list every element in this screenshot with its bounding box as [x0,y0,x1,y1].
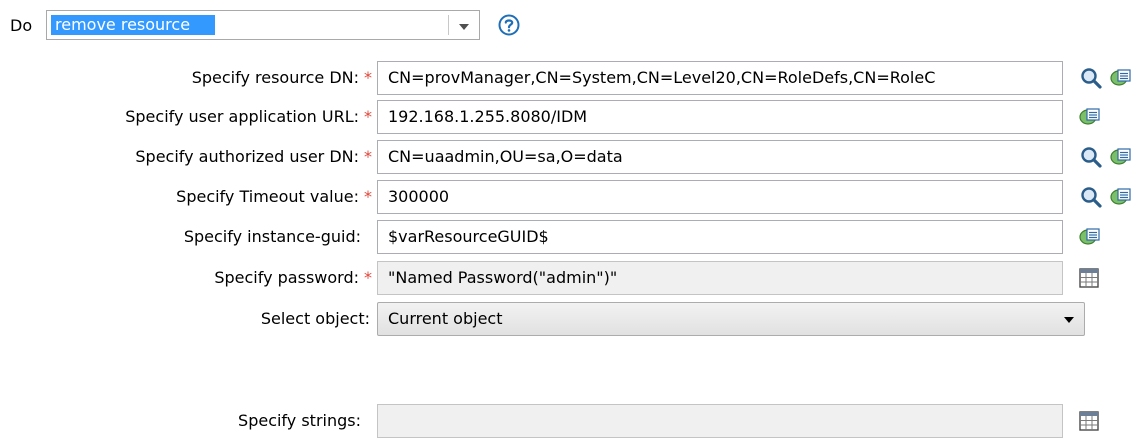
argument-builder-icon[interactable] [1078,225,1102,249]
action-select[interactable]: remove resource [46,10,480,40]
chevron-down-icon[interactable] [459,24,469,30]
required-marker: * [364,68,372,87]
strings-field[interactable] [377,404,1063,438]
list-editor-icon[interactable] [1077,409,1101,433]
user-app-url-label: Specify user application URL: * [125,107,372,126]
required-marker: * [364,107,372,126]
help-icon[interactable] [497,13,521,37]
required-marker: * [364,268,372,287]
required-marker: * [364,147,372,166]
timeout-value-field[interactable]: 300000 [377,180,1063,214]
authorized-user-dn-field[interactable]: CN=uaadmin,OU=sa,O=data [377,140,1063,174]
chevron-down-icon[interactable] [1064,317,1074,323]
select-object-label: Select object: [260,309,370,328]
do-label: Do [10,16,33,35]
password-label: Specify password: * [214,268,372,287]
argument-builder-icon[interactable] [1109,145,1133,169]
timeout-value-label: Specify Timeout value: * [176,187,372,206]
select-object-dropdown[interactable]: Current object [377,302,1085,336]
magnifier-icon[interactable] [1079,185,1103,209]
required-marker: * [364,187,372,206]
instance-guid-label: Specify instance-guid: [183,227,361,246]
user-app-url-field[interactable]: 192.168.1.255.8080/IDM [377,100,1063,134]
magnifier-icon[interactable] [1079,66,1103,90]
list-editor-icon[interactable] [1077,266,1101,290]
magnifier-icon[interactable] [1079,145,1103,169]
resource-dn-field[interactable]: CN=provManager,CN=System,CN=Level20,CN=R… [377,61,1063,95]
argument-builder-icon[interactable] [1109,185,1133,209]
password-field[interactable]: "Named Password("admin")" [377,261,1063,295]
action-select-divider [448,15,449,35]
select-object-value: Current object [388,309,503,328]
action-select-value: remove resource [51,15,215,35]
strings-label: Specify strings: [238,411,361,430]
instance-guid-field[interactable]: $varResourceGUID$ [377,220,1063,254]
argument-builder-icon[interactable] [1109,66,1133,90]
resource-dn-label: Specify resource DN: * [191,68,372,87]
authorized-user-dn-label: Specify authorized user DN: * [135,147,372,166]
argument-builder-icon[interactable] [1078,105,1102,129]
